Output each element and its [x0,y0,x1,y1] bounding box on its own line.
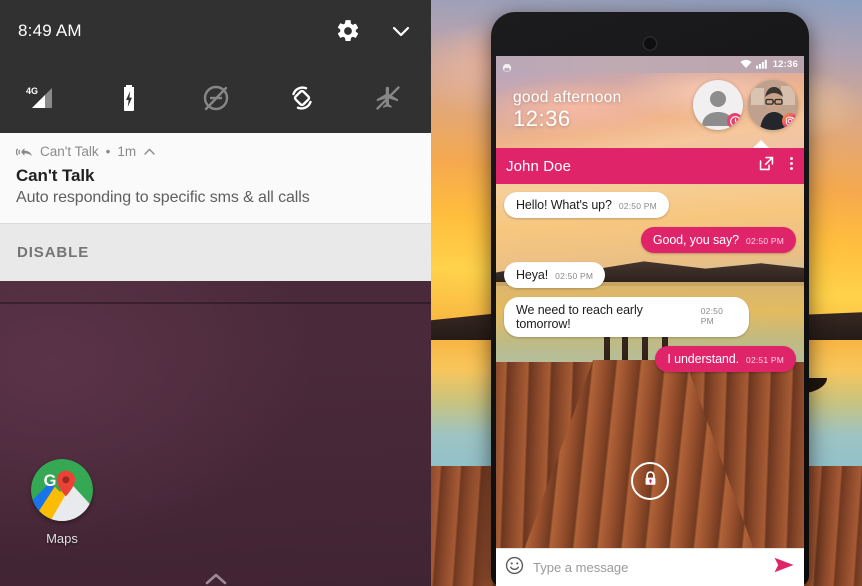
chevron-up-icon[interactable] [205,572,227,586]
message-bubble-incoming[interactable]: We need to reach early tomorrow! 02:50 P… [504,297,750,337]
message-time: 02:50 PM [618,201,657,211]
android-home-with-shade: G Maps 8:49 AM 4G Can't Talk • 1m Can't … [0,0,431,586]
send-icon[interactable] [773,556,795,579]
message-bubble-incoming[interactable]: Heya! 02:50 PM [504,262,606,288]
svg-text:4G: 4G [26,86,38,96]
notification-action-row: DISABLE [0,223,431,281]
screenshot-root: G Maps 8:49 AM 4G Can't Talk • 1m Can't … [0,0,862,586]
gear-icon[interactable] [335,18,361,44]
greeting-header: good afternoon 12:36 [496,73,804,148]
message-composer [496,548,804,586]
greeting-salutation: good afternoon [513,89,622,106]
chat-conversation: Hello! What's up? 02:50 PM Good, you say… [496,184,804,548]
home-app-maps[interactable]: G Maps [29,459,95,546]
message-time: 02:50 PM [555,271,594,281]
qs-tile-auto-rotate[interactable] [259,62,345,133]
message-bubble-outgoing[interactable]: Good, you say? 02:50 PM [640,227,796,253]
message-row: I understand. 02:51 PM [504,346,796,372]
contact-photo-avatar[interactable] [748,80,798,130]
disable-button[interactable]: DISABLE [17,244,89,261]
clock-badge-icon [727,113,743,129]
notification-separator: • [105,144,111,159]
svg-text:G: G [44,472,57,490]
more-vert-icon[interactable] [789,155,794,177]
qs-tile-mobile-data[interactable]: 4G [0,62,86,133]
message-text: Good, you say? [652,233,740,247]
chat-contact-name: John Doe [506,157,572,175]
lock-icon [642,470,659,492]
message-bubble-outgoing[interactable]: I understand. 02:51 PM [655,346,796,372]
message-text: I understand. [667,352,740,366]
android-robot-icon [502,60,512,72]
notification-cant-talk[interactable]: Can't Talk • 1m Can't Talk Auto respondi… [0,133,431,281]
message-time: 02:50 PM [746,236,784,246]
chevron-up-icon[interactable] [143,145,156,158]
message-text: We need to reach early tomorrow! [516,303,643,331]
qs-tile-do-not-disturb[interactable] [172,62,258,133]
greeting-time: 12:36 [513,106,571,131]
greeting-text-block: good afternoon 12:36 [513,89,621,132]
greeting-pointer [752,140,770,148]
quick-settings-shade: 8:49 AM 4G [0,0,431,133]
notification-app-name: Can't Talk [40,144,99,159]
message-row: Good, you say? 02:50 PM [504,227,796,253]
message-time: 02:50 PM [700,306,724,326]
message-text: Heya! [516,268,549,282]
google-maps-icon: G [31,459,93,521]
notification-header: Can't Talk • 1m [0,133,431,159]
phone-screen: 12:36 good afternoon 12:36 John Doe Hell… [496,56,804,586]
status-clock: 8:49 AM [18,21,82,40]
open-in-new-icon[interactable] [758,155,775,177]
phone-device: 12:36 good afternoon 12:36 John Doe Hell… [491,12,809,586]
notification-title: Can't Talk [16,166,95,185]
avatar-group [693,80,798,130]
home-app-label: Maps [46,531,78,546]
message-row: Heya! 02:50 PM [504,262,796,288]
wifi-icon [740,56,752,74]
phone-status-time: 12:36 [772,59,798,70]
message-bubble-incoming[interactable]: Hello! What's up? 02:50 PM [504,192,669,218]
chat-app-bar: John Doe [496,148,804,184]
reply-broadcast-icon [15,145,33,159]
shade-bottom-edge [0,302,431,304]
message-input[interactable] [533,560,765,575]
notification-text: Auto responding to specific sms & all ca… [16,189,310,206]
instagram-badge-icon [782,113,798,129]
phone-status-bar: 12:36 [496,56,804,73]
message-time: 02:51 PM [746,355,784,365]
emoji-smile-icon[interactable] [505,556,524,580]
message-row: We need to reach early tomorrow! 02:50 P… [504,297,796,337]
signal-bars-icon [755,56,768,74]
phone-mockup-panel: 12:36 good afternoon 12:36 John Doe Hell… [431,0,862,586]
chevron-down-icon[interactable] [389,19,413,43]
notification-body: Can't Talk Auto responding to specific s… [0,159,431,223]
lock-button[interactable] [631,462,669,500]
notification-time: 1m [117,144,137,159]
earpiece-icon [642,36,658,51]
message-list: Hello! What's up? 02:50 PM Good, you say… [496,184,804,381]
qs-tile-airplane-mode[interactable] [345,62,431,133]
message-row: Hello! What's up? 02:50 PM [504,192,796,218]
contact-placeholder-avatar[interactable] [693,80,743,130]
qs-tile-battery[interactable] [86,62,172,133]
quick-settings-header: 8:49 AM [0,0,431,62]
quick-settings-tiles: 4G [0,62,431,133]
message-text: Hello! What's up? [516,198,612,212]
